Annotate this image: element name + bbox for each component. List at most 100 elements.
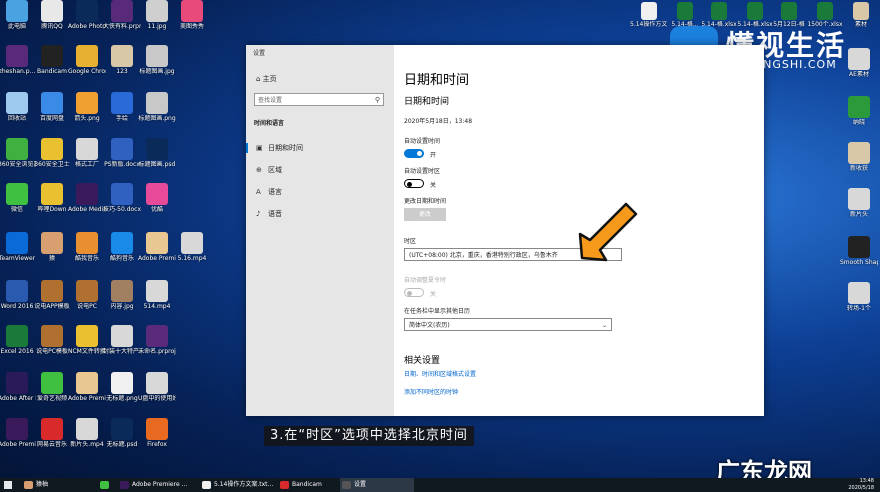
file-icon	[76, 418, 98, 440]
desktop-icon[interactable]: 酷我音乐	[68, 232, 106, 262]
desktop-icon[interactable]: 11.jpg	[138, 0, 176, 30]
desktop-icon[interactable]: 5.16.mp4	[173, 232, 211, 262]
taskbar-item[interactable]: Adobe Premiere ...	[118, 478, 210, 492]
desktop-icon[interactable]: Adobe Premie...	[0, 418, 36, 448]
desktop-icon[interactable]: 手绘	[103, 92, 141, 122]
file-icon	[111, 325, 133, 347]
desktop-icon-label: 酷狗音乐	[109, 255, 134, 262]
desktop-icon[interactable]: 514.mp4	[138, 280, 176, 310]
taskbar-item[interactable]: 5.14操作方文案.txt...	[200, 478, 288, 492]
desktop-icon[interactable]: Firefox	[138, 418, 176, 448]
desktop-icon[interactable]: 说电PC模板	[33, 325, 71, 355]
desktop-icon-label: 网易云音乐	[36, 441, 67, 448]
desktop-icon[interactable]: 新片头.mp4	[68, 418, 106, 448]
home-link[interactable]: ⌂ 主页	[256, 74, 277, 84]
file-icon	[41, 325, 63, 347]
desktop-icon[interactable]: 百度网盘	[33, 92, 71, 122]
auto-zone-state: 关	[430, 182, 437, 189]
dst-toggle[interactable]	[404, 288, 424, 297]
desktop-icon[interactable]: Bandicam	[33, 45, 71, 75]
auto-zone-toggle[interactable]	[404, 179, 424, 188]
desktop-icon[interactable]: 哔哩Down	[33, 183, 71, 213]
desktop-icon[interactable]: 标题图画.jpg	[138, 45, 176, 75]
file-icon	[76, 372, 98, 394]
desktop-icon[interactable]: 格式工厂	[68, 138, 106, 168]
desktop-icon[interactable]: Adobe Premier...	[68, 372, 106, 402]
desktop-icon[interactable]: 360安全浏览器	[0, 138, 36, 168]
desktop-icon[interactable]: 新收获	[840, 142, 878, 172]
desktop-icon[interactable]: 大侠有料.prproj	[103, 0, 141, 30]
desktop-icon[interactable]: 标题图画.psd	[138, 138, 176, 168]
desktop-icon[interactable]: 此电脑	[0, 0, 36, 30]
desktop-icon[interactable]: Adobe After Effects 2020	[0, 372, 36, 402]
desktop-icon[interactable]: Word 2016	[0, 280, 36, 310]
timezone-label: 时区	[404, 238, 417, 245]
desktop-icon[interactable]: 纳晓	[840, 96, 878, 126]
desktop-icon[interactable]: 无标题.psd	[103, 418, 141, 448]
desktop-icon[interactable]: 优酷	[138, 183, 176, 213]
taskbar-item[interactable]: 设置	[340, 478, 414, 492]
desktop-icon[interactable]: 技巧-50.docx	[103, 183, 141, 213]
desktop-icon[interactable]: 说电PC	[68, 280, 106, 310]
desktop-icon[interactable]: Adobe Premier...	[138, 232, 176, 262]
taskbar-item[interactable]: 猿柚	[22, 478, 96, 492]
desktop-icon[interactable]: U盘中的使用好方法...	[138, 372, 176, 402]
sidebar-item[interactable]: ⊕ 区域	[256, 165, 282, 175]
desktop-icon[interactable]: 爱奇艺视频	[33, 372, 71, 402]
desktop-icon[interactable]: NCM文件转换.exe	[68, 325, 106, 355]
desktop-icon-label: 手绘	[115, 115, 128, 122]
sidebar-item[interactable]: ▣ 日期和时间	[246, 143, 303, 153]
desktop-icon[interactable]: Google Chrome	[68, 45, 106, 75]
file-icon	[111, 92, 133, 114]
desktop-icon[interactable]: Smooth Shapes...	[840, 236, 878, 266]
region-format-link[interactable]: 日期、时间和区域格式设置	[404, 369, 476, 378]
desktop-icon[interactable]: 无标题.png	[103, 372, 141, 402]
taskbar-clock[interactable]: 13:48 2020/5/18	[848, 478, 874, 492]
file-icon	[146, 45, 168, 67]
desktop-icon[interactable]: 封装十大特产.mp4	[103, 325, 141, 355]
start-windows-icon[interactable]	[4, 481, 12, 489]
search-input[interactable]: 查找设置 ⚲	[254, 93, 384, 106]
desktop-icon[interactable]: 腾讯QQ	[33, 0, 71, 30]
desktop-icon[interactable]: zheshan.p...	[0, 45, 36, 75]
desktop-icon[interactable]: 网易云音乐	[33, 418, 71, 448]
file-icon	[848, 142, 870, 164]
file-icon	[848, 282, 870, 304]
desktop-icon[interactable]: 新片头	[840, 188, 878, 218]
desktop-icon[interactable]: Adobe Media...	[68, 183, 106, 213]
desktop-icon[interactable]: 箭头.png	[68, 92, 106, 122]
desktop-icon[interactable]: 内容.jpg	[103, 280, 141, 310]
desktop-icon[interactable]: 酷狗音乐	[103, 232, 141, 262]
desktop-icon-label: PS新版.docx	[104, 161, 140, 168]
desktop-icon[interactable]: 说电APP模板	[33, 280, 71, 310]
desktop-icon[interactable]: Excel 2016	[0, 325, 36, 355]
sidebar-item[interactable]: ♪ 语音	[256, 209, 282, 219]
desktop-icon-label: 360安全卫士	[34, 161, 70, 168]
desktop-icon[interactable]: 微信	[0, 183, 36, 213]
change-button[interactable]: 更改	[404, 208, 446, 221]
sidebar-item-label: 日期和时间	[268, 144, 303, 152]
auto-time-toggle[interactable]	[404, 149, 424, 158]
desktop-icon[interactable]: 123	[103, 45, 141, 75]
desktop-icon[interactable]: TeamViewer	[0, 232, 36, 262]
orange-arrow-icon	[578, 202, 638, 262]
file-icon	[111, 183, 133, 205]
desktop-icon[interactable]: 回收站	[0, 92, 36, 122]
add-clocks-link[interactable]: 添加不同时区的时钟	[404, 387, 458, 396]
category-title: 时间和语言	[254, 120, 285, 127]
file-icon	[848, 188, 870, 210]
desktop-icon[interactable]: 转场-1个	[840, 282, 878, 312]
desktop-icon[interactable]: PS新版.docx	[103, 138, 141, 168]
desktop-icon[interactable]: 标题图画.png	[138, 92, 176, 122]
clock-time: 13:48	[859, 478, 874, 484]
desktop-icon[interactable]: 猿	[33, 232, 71, 262]
desktop-icon[interactable]: Adobe Photosh...	[68, 0, 106, 30]
desktop-icon[interactable]: 未命名.prproj	[138, 325, 176, 355]
page-title: 日期和时间	[404, 73, 470, 88]
desktop-icon[interactable]: 美图秀秀	[173, 0, 211, 30]
sidebar-item[interactable]: A 语言	[256, 187, 282, 197]
desktop-icon[interactable]: 360安全卫士	[33, 138, 71, 168]
desktop-icon[interactable]: 5.14操作方文.txt	[630, 2, 668, 28]
calendar-select[interactable]: 简体中文(农历) ⌄	[404, 318, 612, 331]
desktop-icon-label: 新片头	[849, 211, 868, 218]
